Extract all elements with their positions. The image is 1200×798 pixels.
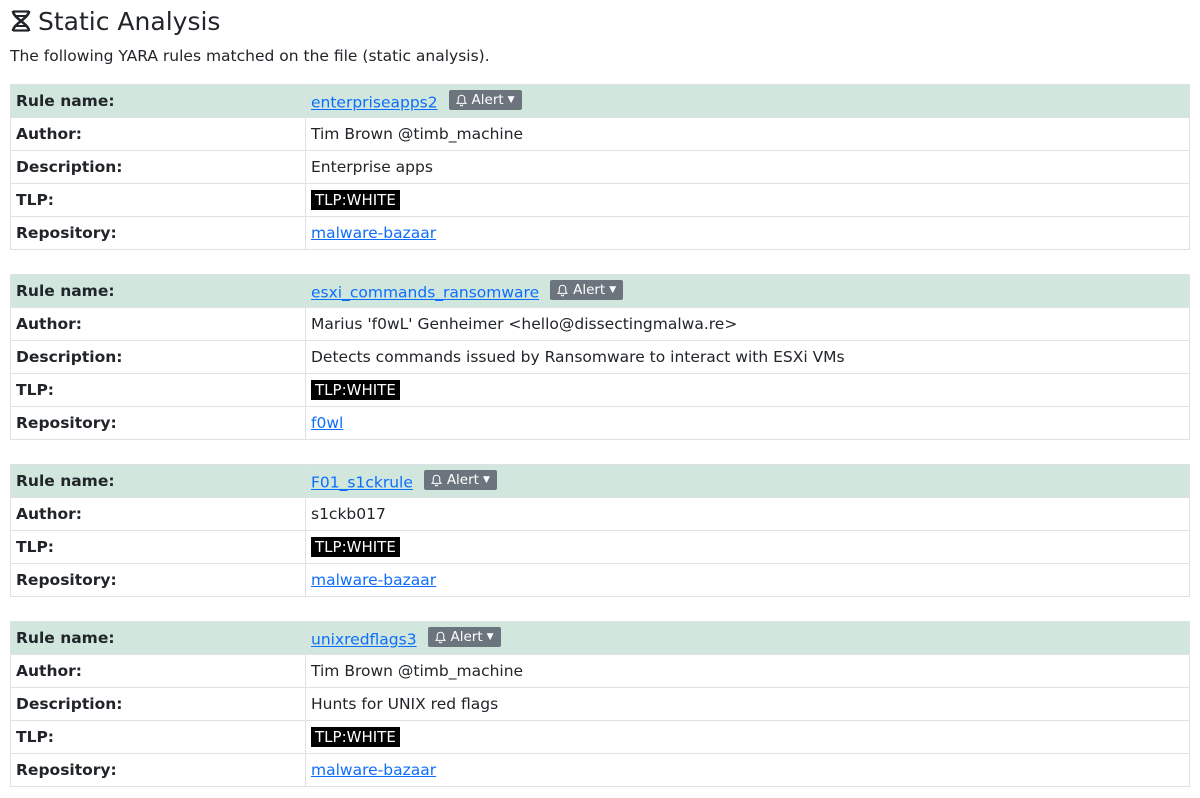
repository-row: Repository: f0wl bbox=[10, 406, 1190, 440]
rule-name-row: Rule name: F01_s1ckrule Alert ▼ bbox=[10, 464, 1190, 498]
tlp-badge: TLP:WHITE bbox=[311, 380, 400, 400]
author-row: Author: Marius 'f0wL' Genheimer <hello@d… bbox=[10, 307, 1190, 341]
rule-name-row: Rule name: esxi_commands_ransomware Aler… bbox=[10, 274, 1190, 308]
repository-link[interactable]: malware-bazaar bbox=[311, 224, 436, 242]
description-label: Description: bbox=[10, 150, 306, 184]
tlp-cell: TLP:WHITE bbox=[305, 720, 1190, 754]
tlp-label: TLP: bbox=[10, 530, 306, 564]
caret-down-icon: ▼ bbox=[482, 475, 490, 486]
author-label: Author: bbox=[10, 307, 306, 341]
tlp-badge: TLP:WHITE bbox=[311, 727, 400, 747]
yara-rule-table: Rule name: esxi_commands_ransomware Aler… bbox=[10, 274, 1190, 440]
description-value: Hunts for UNIX red flags bbox=[305, 687, 1190, 721]
rule-name-label: Rule name: bbox=[10, 621, 306, 655]
page-title: Static Analysis bbox=[10, 0, 1190, 42]
repository-link[interactable]: malware-bazaar bbox=[311, 571, 436, 589]
bell-icon bbox=[430, 474, 442, 486]
tlp-row: TLP: TLP:WHITE bbox=[10, 530, 1190, 564]
repository-label: Repository: bbox=[10, 216, 306, 250]
repository-cell: malware-bazaar bbox=[305, 753, 1190, 787]
repository-row: Repository: malware-bazaar bbox=[10, 753, 1190, 787]
tlp-cell: TLP:WHITE bbox=[305, 530, 1190, 564]
repository-row: Repository: malware-bazaar bbox=[10, 563, 1190, 597]
rule-name-link[interactable]: enterpriseapps2 bbox=[311, 94, 438, 112]
author-value: Tim Brown @timb_machine bbox=[305, 654, 1190, 688]
tlp-row: TLP: TLP:WHITE bbox=[10, 720, 1190, 754]
alert-dropdown-button[interactable]: Alert ▼ bbox=[427, 627, 501, 648]
alert-dropdown-button[interactable]: Alert ▼ bbox=[448, 90, 522, 111]
author-row: Author: Tim Brown @timb_machine bbox=[10, 117, 1190, 151]
author-row: Author: s1ckb017 bbox=[10, 497, 1190, 531]
author-value: Tim Brown @timb_machine bbox=[305, 117, 1190, 151]
bell-icon bbox=[455, 94, 467, 106]
page-subtitle: The following YARA rules matched on the … bbox=[10, 47, 490, 65]
repository-cell: malware-bazaar bbox=[305, 216, 1190, 250]
description-row: Description: Detects commands issued by … bbox=[10, 340, 1190, 374]
rule-name-link[interactable]: F01_s1ckrule bbox=[311, 474, 413, 492]
description-value: Detects commands issued by Ransomware to… bbox=[305, 340, 1190, 374]
description-row: Description: Enterprise apps bbox=[10, 150, 1190, 184]
yara-rule-table: Rule name: F01_s1ckrule Alert ▼ Author: … bbox=[10, 464, 1190, 597]
tlp-badge: TLP:WHITE bbox=[311, 190, 400, 210]
bell-icon bbox=[434, 631, 446, 643]
page-title-text: Static Analysis bbox=[38, 6, 221, 36]
repository-row: Repository: malware-bazaar bbox=[10, 216, 1190, 250]
tlp-label: TLP: bbox=[10, 720, 306, 754]
alert-label: Alert bbox=[471, 92, 504, 109]
tlp-badge: TLP:WHITE bbox=[311, 537, 400, 557]
alert-dropdown-button[interactable]: Alert ▼ bbox=[550, 280, 624, 301]
tlp-row: TLP: TLP:WHITE bbox=[10, 183, 1190, 217]
author-label: Author: bbox=[10, 497, 306, 531]
rule-name-row: Rule name: unixredflags3 Alert ▼ bbox=[10, 621, 1190, 655]
author-row: Author: Tim Brown @timb_machine bbox=[10, 654, 1190, 688]
repository-link[interactable]: f0wl bbox=[311, 414, 343, 432]
rule-name-cell: enterpriseapps2 Alert ▼ bbox=[305, 84, 1190, 118]
rule-name-label: Rule name: bbox=[10, 84, 306, 118]
tlp-label: TLP: bbox=[10, 373, 306, 407]
author-label: Author: bbox=[10, 654, 306, 688]
tlp-row: TLP: TLP:WHITE bbox=[10, 373, 1190, 407]
tlp-cell: TLP:WHITE bbox=[305, 373, 1190, 407]
alert-dropdown-button[interactable]: Alert ▼ bbox=[423, 470, 497, 491]
yara-rule-table: Rule name: enterpriseapps2 Alert ▼ Autho… bbox=[10, 84, 1190, 250]
repository-cell: malware-bazaar bbox=[305, 563, 1190, 597]
repository-cell: f0wl bbox=[305, 406, 1190, 440]
rule-name-label: Rule name: bbox=[10, 274, 306, 308]
rule-name-link[interactable]: esxi_commands_ransomware bbox=[311, 284, 539, 302]
yara-rule-table: Rule name: unixredflags3 Alert ▼ Author:… bbox=[10, 621, 1190, 787]
caret-down-icon: ▼ bbox=[507, 95, 515, 106]
description-row: Description: Hunts for UNIX red flags bbox=[10, 687, 1190, 721]
author-label: Author: bbox=[10, 117, 306, 151]
tlp-cell: TLP:WHITE bbox=[305, 183, 1190, 217]
rule-name-label: Rule name: bbox=[10, 464, 306, 498]
author-value: s1ckb017 bbox=[305, 497, 1190, 531]
dna-icon bbox=[10, 9, 32, 33]
caret-down-icon: ▼ bbox=[486, 632, 494, 643]
rule-name-cell: esxi_commands_ransomware Alert ▼ bbox=[305, 274, 1190, 308]
rule-name-link[interactable]: unixredflags3 bbox=[311, 631, 417, 649]
repository-link[interactable]: malware-bazaar bbox=[311, 761, 436, 779]
repository-label: Repository: bbox=[10, 406, 306, 440]
alert-label: Alert bbox=[573, 282, 606, 299]
rule-name-cell: unixredflags3 Alert ▼ bbox=[305, 621, 1190, 655]
tlp-label: TLP: bbox=[10, 183, 306, 217]
description-label: Description: bbox=[10, 687, 306, 721]
rule-name-cell: F01_s1ckrule Alert ▼ bbox=[305, 464, 1190, 498]
caret-down-icon: ▼ bbox=[609, 285, 617, 296]
alert-label: Alert bbox=[446, 472, 479, 489]
alert-label: Alert bbox=[450, 629, 483, 646]
rule-name-row: Rule name: enterpriseapps2 Alert ▼ bbox=[10, 84, 1190, 118]
description-value: Enterprise apps bbox=[305, 150, 1190, 184]
repository-label: Repository: bbox=[10, 753, 306, 787]
repository-label: Repository: bbox=[10, 563, 306, 597]
description-label: Description: bbox=[10, 340, 306, 374]
author-value: Marius 'f0wL' Genheimer <hello@dissectin… bbox=[305, 307, 1190, 341]
bell-icon bbox=[557, 284, 569, 296]
